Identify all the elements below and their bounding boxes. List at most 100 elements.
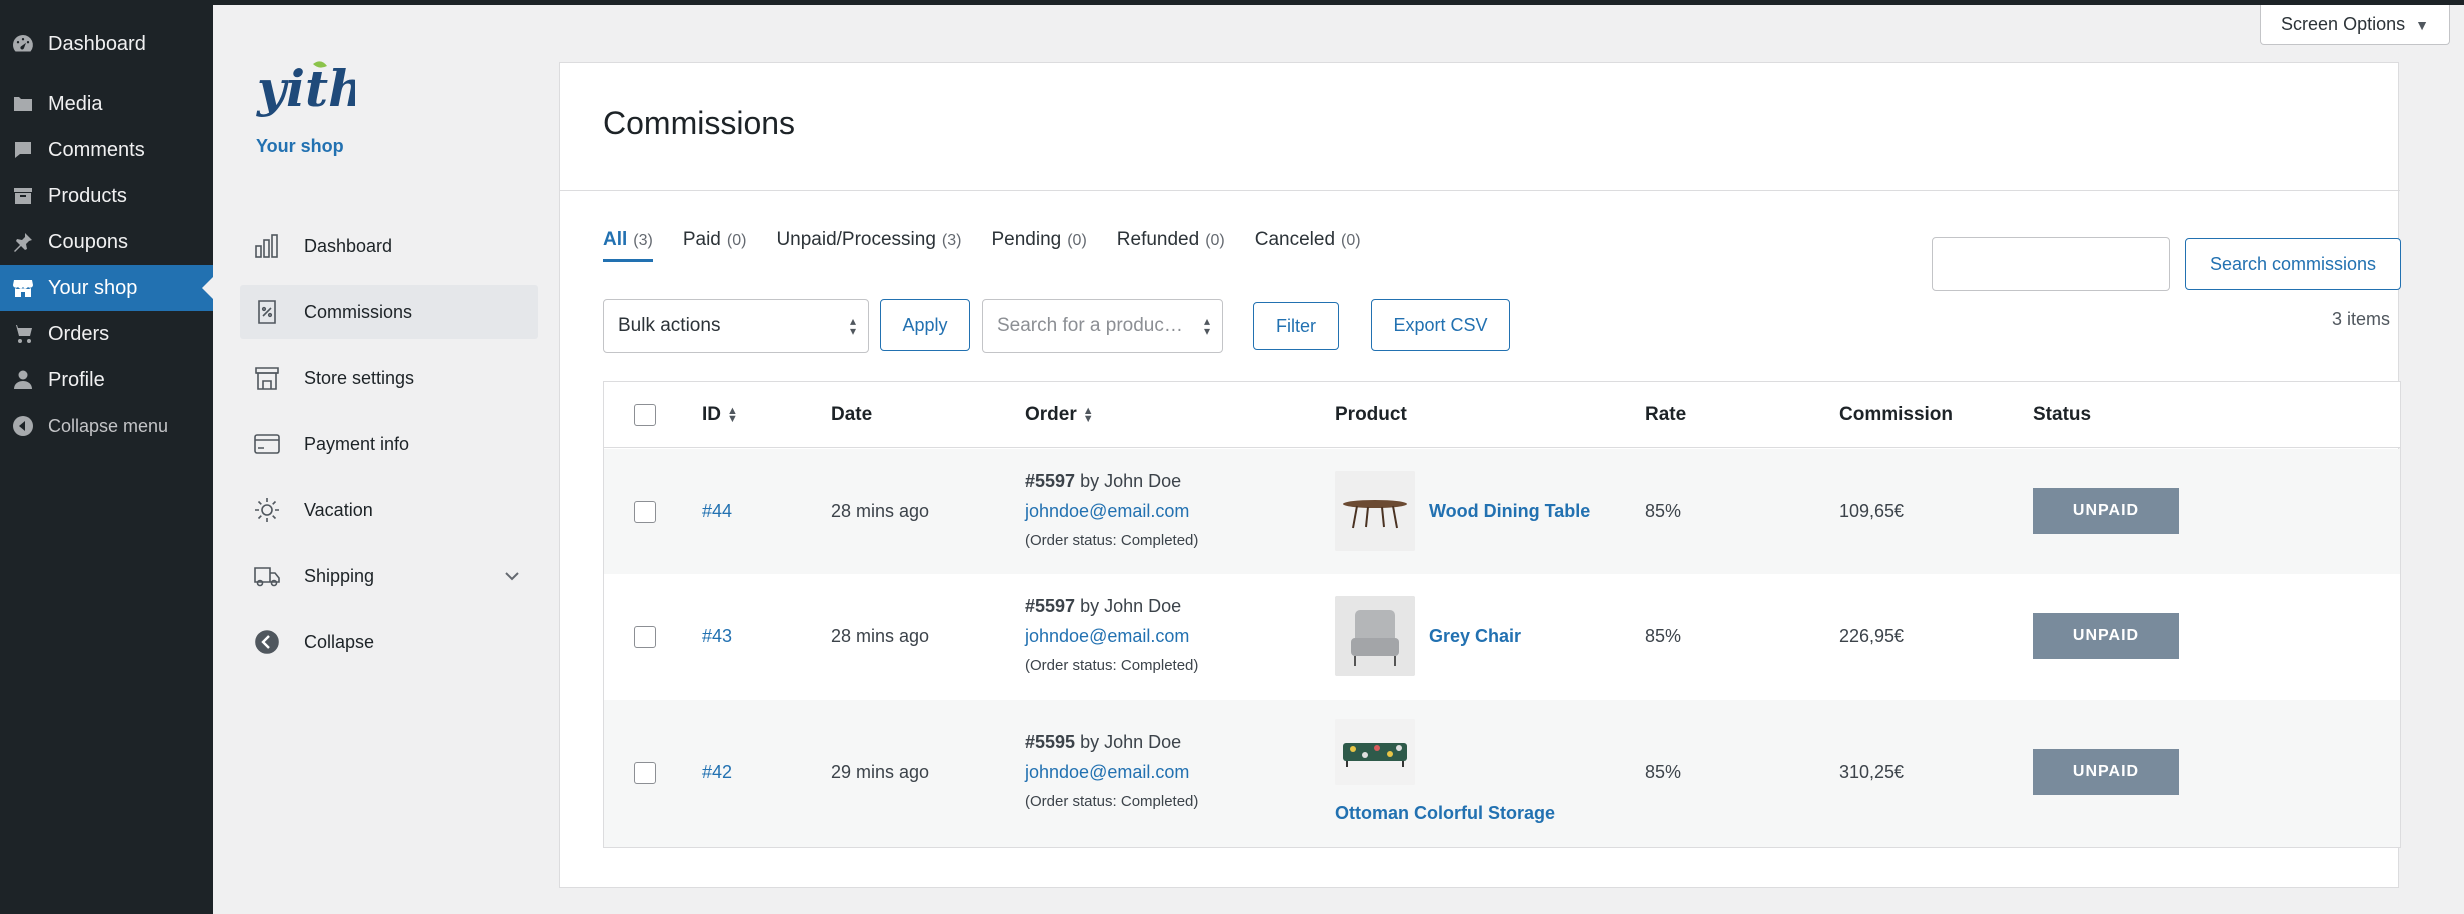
filter-button[interactable]: Filter <box>1253 302 1339 350</box>
wp-menu-item-orders[interactable]: Orders <box>0 311 213 357</box>
search-commissions-button[interactable]: Search commissions <box>2185 238 2401 290</box>
commission-amount: 109,65€ <box>1839 501 1905 521</box>
vendor-nav-store-settings[interactable]: Store settings <box>240 351 538 405</box>
store-icon <box>10 275 36 301</box>
vendor-nav-label: Store settings <box>304 367 415 388</box>
commission-id-link[interactable]: #43 <box>702 626 732 647</box>
customer-email-link[interactable]: johndoe@email.com <box>1025 501 1189 522</box>
product-link[interactable]: Ottoman Colorful Storage <box>1335 803 1555 824</box>
order-number[interactable]: #5597 <box>1025 471 1075 491</box>
product-thumbnail[interactable] <box>1335 719 1415 785</box>
order-customer: by John Doe <box>1080 596 1182 616</box>
row-checkbox[interactable] <box>634 501 656 523</box>
tab-label: All <box>603 229 628 250</box>
status-badge: UNPAID <box>2033 488 2179 534</box>
product-link[interactable]: Grey Chair <box>1429 626 1521 647</box>
vendor-nav-label: Collapse <box>304 631 375 652</box>
credit-card-icon <box>252 429 282 459</box>
wp-menu-label: Dashboard <box>48 32 146 55</box>
cart-icon <box>10 321 36 347</box>
tab-count: (0) <box>1067 232 1087 249</box>
tab-count: (3) <box>941 232 962 249</box>
column-header-product: Product <box>1335 404 1407 425</box>
wp-menu-item-dashboard[interactable]: Dashboard <box>0 21 213 67</box>
wp-menu-label: Comments <box>48 138 145 161</box>
column-header-order[interactable]: Order ▲ ▼ <box>1025 404 1094 426</box>
wp-menu-item-profile[interactable]: Profile <box>0 357 213 403</box>
order-status: (Order status: Completed) <box>1025 657 1199 674</box>
wp-menu-item-comments[interactable]: Comments <box>0 127 213 173</box>
column-header-id[interactable]: ID ▲ ▼ <box>702 404 738 426</box>
export-csv-button[interactable]: Export CSV <box>1371 299 1510 351</box>
vendor-nav-label: Vacation <box>304 499 373 520</box>
product-thumbnail[interactable] <box>1335 596 1415 676</box>
bulk-actions-select[interactable]: Bulk actions ▴ ▾ <box>603 299 869 353</box>
row-checkbox[interactable] <box>634 762 656 784</box>
media-icon <box>10 91 36 117</box>
tab-refunded[interactable]: Refunded (0) <box>1117 229 1225 262</box>
vendor-nav-label: Commissions <box>304 301 413 322</box>
vendor-nav-collapse[interactable]: Collapse <box>240 615 538 669</box>
customer-email-link[interactable]: johndoe@email.com <box>1025 626 1189 647</box>
order-customer: by John Doe <box>1080 471 1182 491</box>
tab-paid[interactable]: Paid (0) <box>683 229 747 262</box>
order-info: #5595 by John Doe <box>1025 732 1181 753</box>
screen-options-button[interactable]: Screen Options ▼ <box>2260 5 2450 45</box>
apply-button[interactable]: Apply <box>880 299 970 351</box>
tab-label: Unpaid/Processing <box>776 229 936 250</box>
sort-icon: ▲ ▼ <box>1082 404 1094 425</box>
wp-menu-label: Coupons <box>48 230 129 253</box>
wp-menu-label: Media <box>48 92 103 115</box>
commission-id-link[interactable]: #44 <box>702 501 732 522</box>
vendor-nav-dashboard[interactable]: Dashboard <box>240 219 538 273</box>
yith-logo[interactable]: yith <box>255 58 365 128</box>
commission-date: 29 mins ago <box>831 762 930 782</box>
customer-email-link[interactable]: johndoe@email.com <box>1025 762 1189 783</box>
order-info: #5597 by John Doe <box>1025 596 1181 617</box>
tab-pending[interactable]: Pending (0) <box>991 229 1086 262</box>
tab-canceled[interactable]: Canceled (0) <box>1255 229 1361 262</box>
order-number[interactable]: #5597 <box>1025 596 1075 616</box>
commission-date: 28 mins ago <box>831 501 930 521</box>
column-header-rate: Rate <box>1645 404 1687 425</box>
commission-id-link[interactable]: #42 <box>702 762 732 783</box>
commission-doc-icon <box>252 297 282 327</box>
wp-menu-label: Orders <box>48 322 110 345</box>
wp-menu-item-coupons[interactable]: Coupons <box>0 219 213 265</box>
product-link[interactable]: Wood Dining Table <box>1429 501 1590 522</box>
storefront-icon <box>252 363 282 393</box>
product-search-select[interactable]: Search for a produc… ▴ ▾ <box>982 299 1223 353</box>
vendor-nav-payment-info[interactable]: Payment info <box>240 417 538 471</box>
commission-rate: 85% <box>1645 501 1682 521</box>
select-all-checkbox[interactable] <box>634 404 656 426</box>
gauge-icon <box>10 31 36 57</box>
commission-date: 28 mins ago <box>831 626 930 646</box>
chevron-down-icon[interactable] <box>502 566 522 586</box>
column-header-date: Date <box>831 404 873 425</box>
caret-down-icon: ▼ <box>2415 16 2429 33</box>
tab-count: (0) <box>726 232 747 249</box>
wp-menu-collapse[interactable]: Collapse menu <box>0 403 213 449</box>
row-checkbox[interactable] <box>634 626 656 648</box>
order-number[interactable]: #5595 <box>1025 732 1075 752</box>
vendor-nav-commissions[interactable]: Commissions <box>240 285 538 339</box>
wp-menu-collapse-label: Collapse menu <box>48 415 169 436</box>
vendor-nav-vacation[interactable]: Vacation <box>240 483 538 537</box>
wp-menu-item-media[interactable]: Media <box>0 81 213 127</box>
product-thumbnail[interactable] <box>1335 471 1415 551</box>
tab-label: Pending <box>991 229 1062 250</box>
vendor-nav-shipping[interactable]: Shipping <box>240 549 538 603</box>
status-tabs: All (3) Paid (0) Unpaid/Processing (3) Pend… <box>603 229 1391 262</box>
page-title: Commissions <box>603 105 796 141</box>
search-commissions-input[interactable] <box>1932 237 2170 291</box>
order-customer: by John Doe <box>1080 732 1182 752</box>
wp-menu-item-products[interactable]: Products <box>0 173 213 219</box>
wp-menu-item-your-shop[interactable]: Your shop <box>0 265 213 311</box>
shop-name[interactable]: Your shop <box>256 136 344 157</box>
commissions-panel: Commissions All (3) Paid (0) Unpaid/Proces… <box>559 62 2401 888</box>
vendor-nav-label: Payment info <box>304 433 410 454</box>
order-status: (Order status: Completed) <box>1025 532 1199 549</box>
tab-unpaid-processing[interactable]: Unpaid/Processing (3) <box>776 229 961 262</box>
tab-label: Paid <box>682 229 721 250</box>
tab-all[interactable]: All (3) <box>603 229 653 262</box>
